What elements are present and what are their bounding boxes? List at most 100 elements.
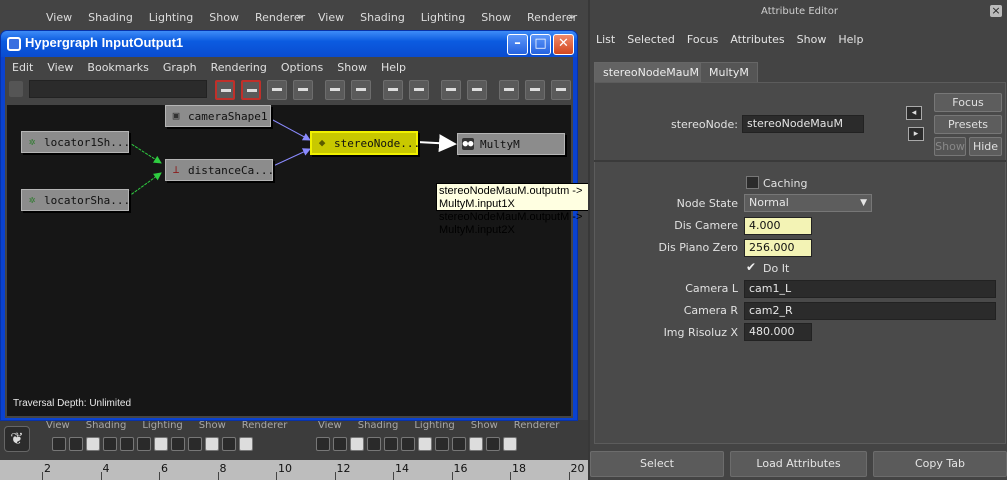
menu-view[interactable]: View (310, 420, 350, 432)
add-bookmark-icon[interactable] (383, 80, 403, 100)
menu-show[interactable]: Show (191, 420, 234, 432)
graph-down-icon[interactable] (351, 80, 371, 100)
grid-icon[interactable] (137, 437, 151, 451)
menu-shading[interactable]: Shading (350, 420, 407, 432)
smooth-shade-icon[interactable] (171, 437, 185, 451)
menu-list[interactable]: List (590, 33, 621, 46)
menu-renderer[interactable]: Renderer (234, 420, 296, 432)
maya-logo-icon[interactable]: ❦ (4, 426, 30, 452)
menu-rendering[interactable]: Rendering (204, 61, 274, 74)
menu-show[interactable]: Show (201, 11, 247, 24)
menu-shading[interactable]: Shading (352, 11, 413, 24)
menu-shading[interactable]: Shading (80, 11, 141, 24)
edge-locator2-distance[interactable] (124, 172, 162, 200)
caching-checkbox[interactable] (746, 176, 759, 189)
menu-show[interactable]: Show (473, 11, 519, 24)
layout-icon[interactable] (441, 80, 461, 100)
camera-icon[interactable] (316, 437, 330, 451)
text-icon[interactable] (503, 437, 517, 451)
show-button[interactable]: Show (934, 137, 966, 156)
list-layout-icon[interactable] (467, 80, 487, 100)
menu-help[interactable]: Help (832, 33, 869, 46)
wireframe-icon[interactable] (418, 437, 432, 451)
load-attributes-button[interactable]: Load Attributes (730, 451, 867, 477)
bookmark-icon[interactable] (9, 81, 23, 97)
menu-edit[interactable]: Edit (5, 61, 40, 74)
hypergraph-titlebar[interactable]: Hypergraph InputOutput1 – □ ✕ (1, 31, 577, 57)
graph-node-stereo[interactable]: ◆ stereoNode... (310, 131, 420, 155)
graph-node-distance[interactable]: ⊥ distanceCa... (165, 159, 274, 181)
menu-view[interactable]: View (38, 11, 80, 24)
dis-camere-field[interactable]: 4.000 (744, 217, 812, 235)
select-button[interactable]: Select (590, 451, 724, 477)
search-input[interactable] (29, 80, 207, 98)
film-icon[interactable] (367, 437, 381, 451)
edge-camera-stereo[interactable] (270, 118, 311, 141)
menu-lighting[interactable]: Lighting (413, 11, 473, 24)
edge-locator1-distance[interactable] (124, 139, 162, 164)
focus-button[interactable]: Focus (934, 93, 1002, 112)
img-risoluz-field[interactable]: 480.000 (744, 323, 812, 341)
edge-distance-stereo[interactable] (270, 148, 311, 168)
grid-icon[interactable] (401, 437, 415, 451)
menu-graph[interactable]: Graph (156, 61, 204, 74)
close-icon[interactable]: × (990, 5, 1002, 17)
hide-button[interactable]: Hide (969, 137, 1002, 156)
graph-node-camera-shape[interactable]: ▣ cameraShape1 (165, 105, 271, 127)
text-icon[interactable] (239, 437, 253, 451)
menu-renderer[interactable]: Renderer (519, 11, 585, 24)
menu-lighting[interactable]: Lighting (406, 420, 462, 432)
camera-l-field[interactable]: cam1_L (744, 280, 996, 298)
frame-selection-icon[interactable] (293, 80, 313, 100)
graph-up-icon[interactable] (325, 80, 345, 100)
menu-show[interactable]: Show (463, 420, 506, 432)
menu-bookmarks[interactable]: Bookmarks (80, 61, 155, 74)
menu-show[interactable]: Show (330, 61, 374, 74)
menu-show[interactable]: Show (791, 33, 833, 46)
chevron-right-icon[interactable]: » (568, 10, 575, 23)
menu-help[interactable]: Help (374, 61, 413, 74)
texture-icon[interactable] (188, 437, 202, 451)
menu-options[interactable]: Options (274, 61, 330, 74)
film-icon[interactable] (103, 437, 117, 451)
time-slider[interactable] (0, 460, 588, 480)
close-button[interactable]: ✕ (553, 34, 574, 55)
camera-icon[interactable] (52, 437, 66, 451)
bookmark-icon[interactable] (86, 437, 100, 451)
bookmark-icon[interactable] (350, 437, 364, 451)
isolate-icon[interactable] (486, 437, 500, 451)
edge-stereo-multy[interactable] (416, 134, 457, 153)
menu-renderer[interactable]: Renderer (506, 420, 568, 432)
maximize-button[interactable]: □ (530, 34, 551, 55)
texture-icon[interactable] (452, 437, 466, 451)
swap-icon[interactable] (525, 80, 545, 100)
graph-scene-icon[interactable] (215, 80, 235, 100)
dis-piano-zero-field[interactable]: 256.000 (744, 239, 812, 257)
graph-node-locator2[interactable]: ✲ locatorSha... (21, 189, 130, 211)
menu-renderer[interactable]: Renderer (247, 11, 313, 24)
menu-shading[interactable]: Shading (78, 420, 135, 432)
cube-icon[interactable] (69, 437, 83, 451)
menu-attributes[interactable]: Attributes (724, 33, 790, 46)
input-connection-icon[interactable]: ◂ (906, 106, 922, 120)
minimize-button[interactable]: – (507, 34, 528, 55)
isolate-icon[interactable] (222, 437, 236, 451)
tab-stereo-node[interactable]: stereoNodeMauM (594, 62, 708, 82)
menu-view[interactable]: View (40, 61, 80, 74)
menu-selected[interactable]: Selected (621, 33, 681, 46)
smooth-shade-icon[interactable] (435, 437, 449, 451)
node-state-dropdown[interactable]: Normal ▼ (744, 194, 872, 212)
menu-lighting[interactable]: Lighting (141, 11, 201, 24)
tab-multy[interactable]: MultyM (700, 62, 758, 82)
graph-node-multy[interactable]: ●● MultyM (457, 133, 565, 155)
chevron-right-icon[interactable]: » (296, 10, 303, 23)
options-icon[interactable] (551, 80, 571, 100)
input-output-icon[interactable] (241, 80, 261, 100)
light-icon[interactable] (384, 437, 398, 451)
copy-tab-button[interactable]: Copy Tab (873, 451, 1007, 477)
light-icon[interactable] (120, 437, 134, 451)
menu-lighting[interactable]: Lighting (134, 420, 190, 432)
graph-canvas[interactable]: ▣ cameraShape1 ✲ locator1Sh... ⊥ distanc… (7, 105, 571, 416)
xray-icon[interactable] (469, 437, 483, 451)
graph-node-locator1[interactable]: ✲ locator1Sh... (21, 131, 130, 153)
